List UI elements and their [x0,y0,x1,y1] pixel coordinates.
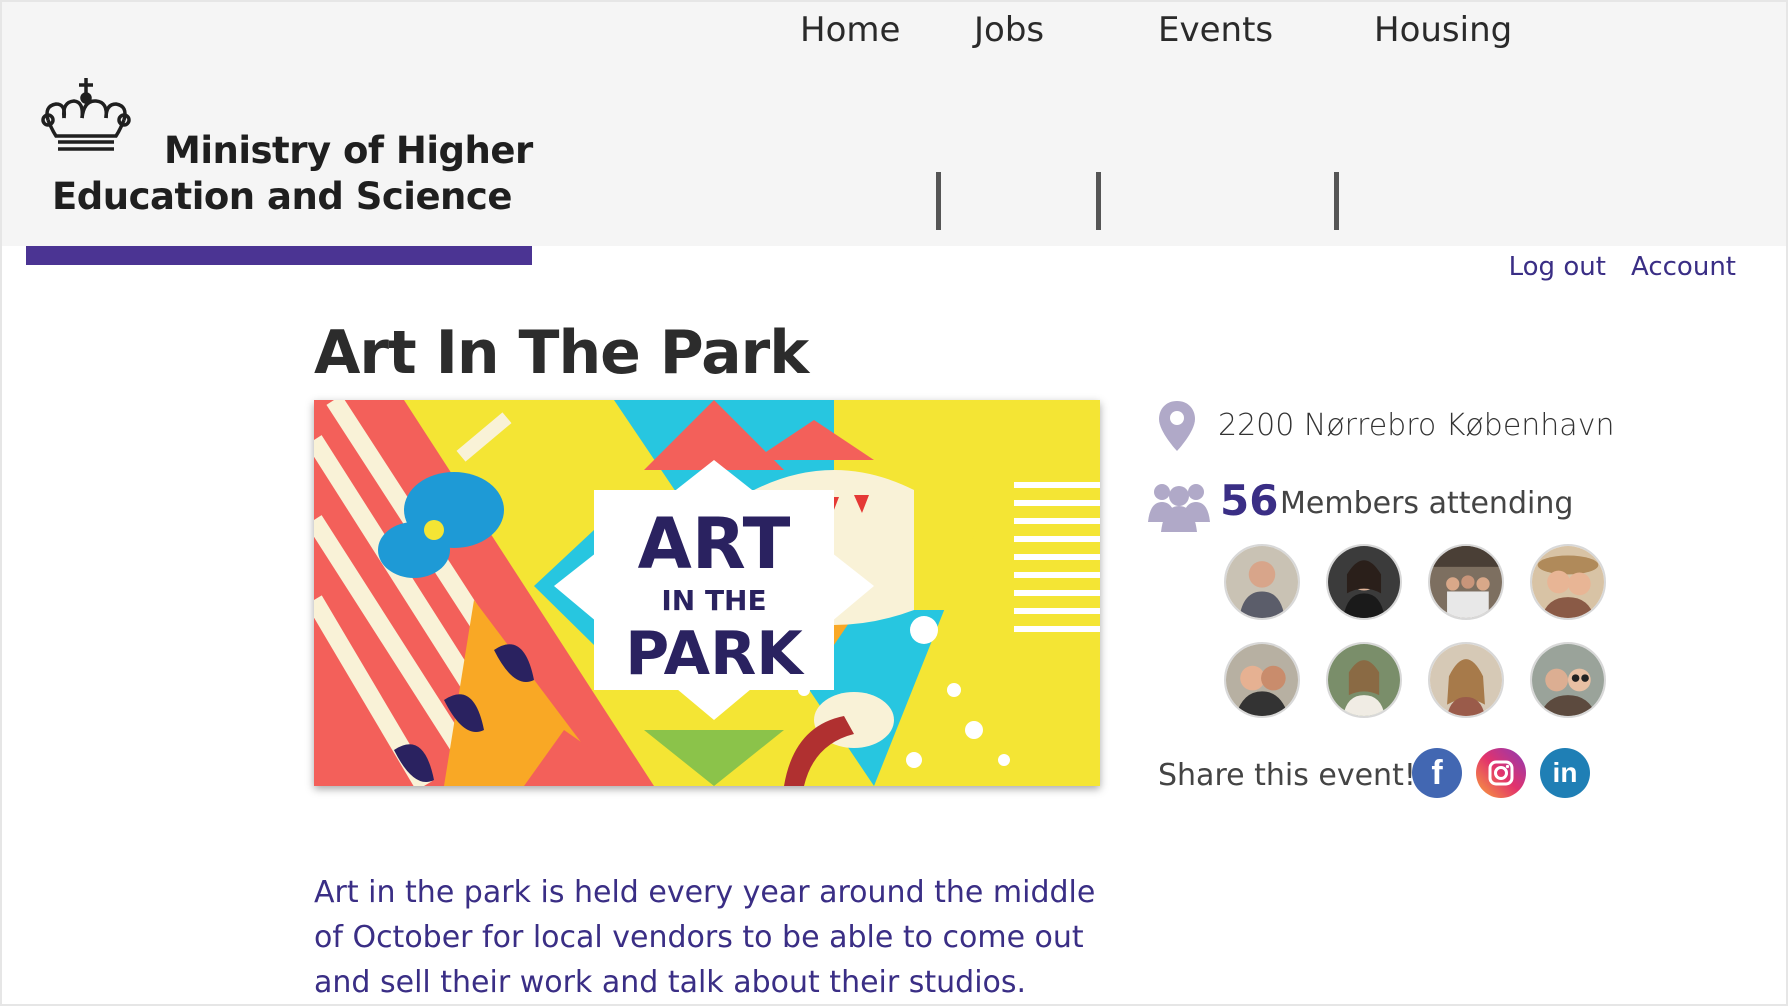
facebook-icon[interactable]: f [1412,748,1462,798]
linkedin-icon[interactable]: in [1540,748,1590,798]
avatar[interactable] [1530,544,1606,620]
attendee-avatars [1224,544,1644,728]
page-title: Art In The Park [314,318,809,388]
attendee-count: 56 [1220,476,1279,525]
attendee-label: Members attending [1280,486,1574,521]
app-window: Ministry of Higher Education and Science… [0,0,1788,1006]
instagram-icon[interactable] [1476,748,1526,798]
location-row: 2200 Nørrebro København [1158,400,1658,456]
instagram-glyph [1488,760,1514,786]
user-links: Log out Account [1489,252,1736,288]
nav-housing[interactable]: Housing [1374,2,1512,62]
avatar[interactable] [1326,642,1402,718]
event-location: 2200 Nørrebro København [1218,408,1615,443]
event-banner-image: ART IN THE PARK [314,400,1100,786]
location-pin-icon [1159,401,1195,451]
nav-jobs[interactable]: Jobs [974,2,1044,62]
banner-title-line3: PARK [625,619,805,689]
logout-link[interactable]: Log out [1509,252,1606,282]
logo-wordmark: Ministry of Higher Education and Science [52,128,533,220]
logo-accent-bar [26,246,532,265]
logo-line-2: Education and Science [52,175,512,218]
attendance-row: 56 Members attending [1148,476,1648,536]
event-description: Art in the park is held every year aroun… [314,875,1096,1000]
avatar[interactable] [1224,642,1300,718]
banner-title-line1: ART [638,503,791,585]
nav-divider [936,172,941,230]
avatar[interactable] [1224,544,1300,620]
avatar[interactable] [1428,642,1504,718]
share-label: Share this event! [1158,758,1416,793]
avatar[interactable] [1428,544,1504,620]
banner-title-line2: IN THE [661,584,766,617]
people-icon [1148,484,1210,532]
avatar[interactable] [1530,642,1606,718]
account-link[interactable]: Account [1631,252,1736,282]
site-header: Ministry of Higher Education and Science… [2,2,1786,246]
nav-home[interactable]: Home [800,2,900,62]
nav-events[interactable]: Events [1158,2,1273,62]
banner-artwork: ART IN THE PARK [314,400,1100,786]
share-row: Share this event! f in [1158,748,1658,804]
nav-divider [1096,172,1101,230]
ministry-logo[interactable]: Ministry of Higher Education and Science [38,76,538,226]
nav-divider [1334,172,1339,230]
logo-line-1: Ministry of Higher [164,129,533,172]
avatar[interactable] [1326,544,1402,620]
